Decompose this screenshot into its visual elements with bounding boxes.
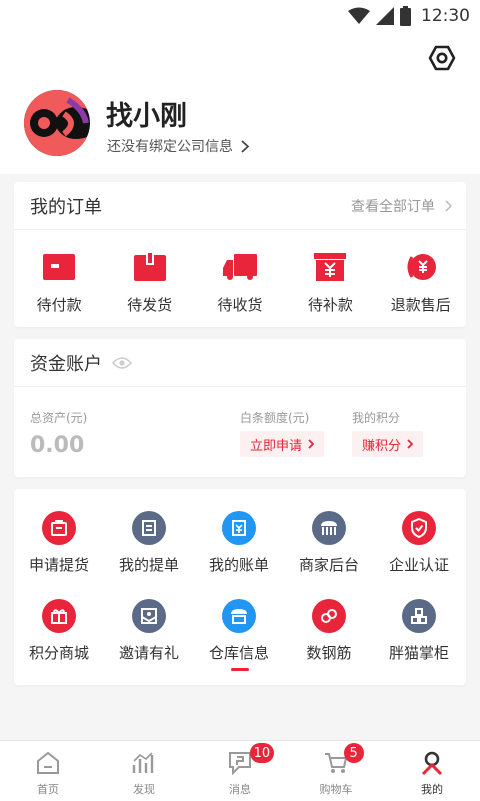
bind-company-label: 还没有绑定公司信息 <box>107 139 233 155</box>
signal-icon <box>376 7 394 25</box>
order-pending-payment[interactable]: 待付款 <box>16 250 102 315</box>
view-all-orders-label: 查看全部订单 <box>351 198 435 215</box>
cart-badge: 5 <box>343 743 364 763</box>
credit-label: 白条额度(元) <box>240 411 310 425</box>
wifi-icon <box>348 7 370 24</box>
chevron-right-icon <box>308 439 315 449</box>
profile-icon <box>418 749 446 777</box>
service-label: 积分商城 <box>28 644 89 662</box>
service-my-bills[interactable]: 我的账单 <box>194 511 284 599</box>
order-pending-receipt[interactable]: 待收货 <box>197 250 283 315</box>
account-card: 资金账户 总资产(元) 0.00 白条额度(元) 立即申请 我的积分 赚积分 <box>14 339 466 477</box>
avatar[interactable] <box>24 90 90 156</box>
service-label: 我的账单 <box>208 556 269 574</box>
store-icon <box>312 511 346 545</box>
service-label: 我的提单 <box>118 556 179 574</box>
orders-title: 我的订单 <box>30 196 102 218</box>
home-icon <box>34 749 62 777</box>
apply-credit-button[interactable]: 立即申请 <box>240 431 325 457</box>
tab-label: 我的 <box>421 783 443 796</box>
truck-icon <box>222 250 257 284</box>
order-label: 待发货 <box>127 296 173 314</box>
order-label: 待补款 <box>307 296 353 314</box>
service-count-rebar[interactable]: 数钢筋 <box>284 599 374 687</box>
order-status-row: 待付款 待发货 待收货 待补款 退款售后 <box>14 230 466 315</box>
chevron-right-icon <box>407 439 414 449</box>
chevron-right-icon <box>241 139 249 153</box>
pickup-icon <box>42 511 76 545</box>
earn-points-button[interactable]: 赚积分 <box>352 431 424 457</box>
tab-discover[interactable]: 发现 <box>96 741 192 801</box>
service-pangmao-manager[interactable]: 胖猫掌柜 <box>374 599 464 687</box>
status-time: 12:30 <box>421 6 470 26</box>
package-icon <box>133 250 167 284</box>
order-pending-supplement[interactable]: 待补款 <box>287 250 373 315</box>
total-assets-value: 0.00 <box>30 433 85 458</box>
account-title: 资金账户 <box>30 353 102 375</box>
page-indicator <box>231 668 249 671</box>
points-label: 我的积分 <box>352 411 401 425</box>
service-label: 商家后台 <box>298 556 359 574</box>
service-enterprise-verification[interactable]: 企业认证 <box>374 511 464 599</box>
orders-header: 我的订单 查看全部订单 <box>14 182 466 230</box>
tab-label: 消息 <box>229 783 251 796</box>
bottom-tab-bar: 首页 发现 10 消息 5 购物车 我的 <box>0 740 480 801</box>
service-apply-pickup[interactable]: 申请提货 <box>14 511 104 599</box>
tab-messages[interactable]: 10 消息 <box>192 741 288 801</box>
user-name: 找小刚 <box>106 101 187 132</box>
tab-cart[interactable]: 5 购物车 <box>288 741 384 801</box>
order-pending-shipment[interactable]: 待发货 <box>107 250 193 315</box>
tab-label: 首页 <box>37 783 59 796</box>
view-all-orders-link[interactable]: 查看全部订单 <box>351 196 452 216</box>
service-label: 仓库信息 <box>208 644 269 662</box>
tab-home[interactable]: 首页 <box>0 741 96 801</box>
document-icon <box>132 511 166 545</box>
account-details: 总资产(元) 0.00 白条额度(元) 立即申请 我的积分 赚积分 <box>14 387 466 477</box>
apply-credit-label: 立即申请 <box>250 438 303 454</box>
chevron-right-icon <box>445 199 452 212</box>
tab-label: 发现 <box>133 783 155 796</box>
order-label: 退款售后 <box>390 296 451 314</box>
order-refund-aftersale[interactable]: 退款售后 <box>378 250 464 315</box>
gift-icon <box>42 599 76 633</box>
service-label: 邀请有礼 <box>118 644 179 662</box>
warehouse-icon <box>222 599 256 633</box>
order-label: 待收货 <box>217 296 263 314</box>
battery-icon <box>400 6 411 26</box>
service-points-mall[interactable]: 积分商城 <box>14 599 104 687</box>
service-label: 胖猫掌柜 <box>388 644 449 662</box>
orders-card: 我的订单 查看全部订单 待付款 待发货 待收货 待补款 退款售后 <box>14 182 466 327</box>
bill-icon <box>222 511 256 545</box>
account-header: 资金账户 <box>14 339 466 387</box>
cabinet-icon <box>402 599 436 633</box>
wallet-icon <box>42 250 76 284</box>
bind-company-link[interactable]: 还没有绑定公司信息 <box>107 136 249 156</box>
service-merchant-backend[interactable]: 商家后台 <box>284 511 374 599</box>
invite-icon <box>132 599 166 633</box>
settings-icon[interactable] <box>428 44 456 72</box>
tab-label: 购物车 <box>319 783 353 796</box>
status-bar: 12:30 <box>0 0 480 32</box>
service-invite-reward[interactable]: 邀请有礼 <box>104 599 194 687</box>
services-card: 申请提货 我的提单 我的账单 商家后台 企业认证 积分商城 邀请有礼 仓库信息 … <box>14 489 466 685</box>
service-label: 数钢筋 <box>306 644 352 662</box>
total-assets-label: 总资产(元) <box>30 411 88 425</box>
tab-profile[interactable]: 我的 <box>384 741 480 801</box>
eye-icon[interactable] <box>112 356 132 370</box>
profile-header: 找小刚 还没有绑定公司信息 <box>0 32 480 174</box>
refund-icon <box>404 250 438 284</box>
shield-icon <box>402 511 436 545</box>
service-warehouse-info[interactable]: 仓库信息 <box>194 599 284 687</box>
earn-points-label: 赚积分 <box>362 438 402 454</box>
service-label: 企业认证 <box>388 556 449 574</box>
service-my-bill-of-lading[interactable]: 我的提单 <box>104 511 194 599</box>
rebar-icon <box>312 599 346 633</box>
order-label: 待付款 <box>36 296 82 314</box>
yuan-box-icon <box>313 250 347 284</box>
discover-icon <box>130 749 158 777</box>
messages-badge: 10 <box>249 743 275 763</box>
status-icons: 12:30 <box>348 6 470 26</box>
service-label: 申请提货 <box>28 556 89 574</box>
services-grid: 申请提货 我的提单 我的账单 商家后台 企业认证 积分商城 邀请有礼 仓库信息 … <box>14 489 466 687</box>
